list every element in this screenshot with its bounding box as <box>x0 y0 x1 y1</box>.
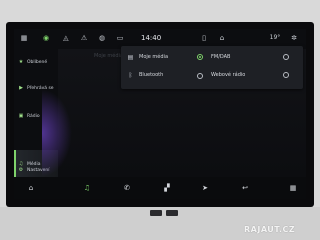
home-icon[interactable]: ⌂ <box>26 183 36 193</box>
bottom-dock: ⌂ ♫ ✆ ▞ ➤ ↩ ▦ <box>14 177 306 199</box>
radio-right-top[interactable] <box>283 54 289 60</box>
radio-web-radio[interactable] <box>283 72 289 78</box>
navigation-icon[interactable]: ➤ <box>200 183 210 193</box>
watermark: RAJAUT.CZ <box>244 225 296 234</box>
gear-icon: ⚙ <box>18 167 24 173</box>
driver-icon: ◍ <box>98 34 106 42</box>
option-label: Webové rádio <box>211 72 246 78</box>
source-option-bluetooth[interactable]: ᛒ Bluetooth <box>127 69 164 81</box>
source-option-web-radio[interactable]: Webové rádio <box>211 69 245 81</box>
clock: 14:40 <box>141 34 162 42</box>
radio-bluetooth[interactable] <box>197 73 203 79</box>
play-icon: ▶ <box>19 85 23 91</box>
sd-icon: ▯ <box>202 34 206 42</box>
phone-icon[interactable]: ✆ <box>122 183 132 193</box>
home-icon: ⌂ <box>219 34 225 42</box>
control-button[interactable] <box>166 210 178 216</box>
sidebar-item-radio[interactable]: ▣ Rádio <box>18 111 40 121</box>
radio-icon: ▣ <box>18 113 24 119</box>
return-icon[interactable]: ↩ <box>240 183 250 193</box>
option-label: Bluetooth <box>139 72 164 78</box>
control-button[interactable] <box>150 210 162 216</box>
option-label: Moje média <box>139 54 169 60</box>
radio-fm-dab[interactable] <box>197 54 203 60</box>
battery-icon: ▭ <box>116 34 124 42</box>
sidebar-item-label: Oblíbené <box>27 59 48 65</box>
page-title: Moje média <box>94 53 124 59</box>
sidebar-item-favorites[interactable]: ★ Oblíbené <box>18 57 47 67</box>
music-icon[interactable]: ♫ <box>82 183 92 193</box>
source-option-fm-dab[interactable]: FM/DAB <box>211 51 231 63</box>
star-icon: ★ <box>18 59 24 65</box>
fan-icon[interactable]: ✲ <box>290 34 298 42</box>
power-icon: ◬ <box>63 34 69 42</box>
connectivity-icon[interactable]: ◉ <box>42 34 50 42</box>
infotainment-screen: ▦ ◉ ◬ ⚠ ◍ ▭ 14:40 ▯ ⌂ 19° ✲ ★ Oblíbené ▶… <box>14 29 306 199</box>
source-option-my-media[interactable]: ▤ Moje média <box>127 51 168 63</box>
source-menu: ▤ Moje média FM/DAB ᛒ Bluetooth Webové r… <box>121 46 303 89</box>
grid-icon[interactable]: ▦ <box>20 34 28 42</box>
warning-icon: ⚠ <box>80 34 88 42</box>
file-icon: ▤ <box>127 53 134 61</box>
album-glow <box>42 89 72 177</box>
apps-icon[interactable]: ▞ <box>162 183 172 193</box>
grid-icon[interactable]: ▦ <box>288 183 298 193</box>
sidebar-active-indicator <box>14 150 16 178</box>
temperature-readout: 19° <box>269 34 281 41</box>
sidebar-item-label: Rádio <box>27 113 40 119</box>
bluetooth-icon: ᛒ <box>128 71 133 79</box>
option-label: FM/DAB <box>211 54 231 60</box>
